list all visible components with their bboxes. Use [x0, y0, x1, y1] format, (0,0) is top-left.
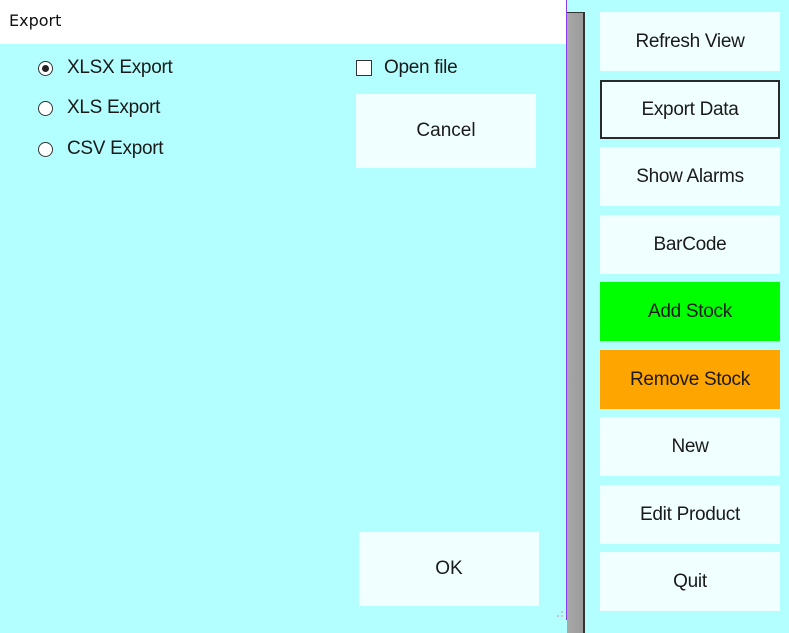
dialog-titlebar[interactable]: Export	[0, 0, 566, 44]
checkbox-label: Open file	[384, 57, 458, 78]
scrollbar-panel[interactable]	[567, 12, 585, 633]
dialog-title: Export	[9, 11, 62, 30]
resize-grip-icon[interactable]	[556, 611, 564, 619]
add-stock-button[interactable]: Add Stock	[600, 282, 780, 341]
radio-label: CSV Export	[67, 138, 164, 159]
radio-unselected-icon[interactable]	[38, 100, 53, 116]
new-button[interactable]: New	[600, 417, 780, 476]
export-dialog: Export XLSX Export XLS Export CSV Export…	[0, 0, 567, 620]
remove-stock-button[interactable]: Remove Stock	[600, 350, 780, 409]
radio-label: XLSX Export	[67, 57, 173, 78]
edit-product-button[interactable]: Edit Product	[600, 485, 780, 544]
checkbox-unchecked-icon[interactable]	[356, 60, 372, 76]
refresh-view-button[interactable]: Refresh View	[600, 12, 780, 71]
radio-unselected-icon[interactable]	[38, 141, 53, 157]
open-file-checkbox[interactable]: Open file	[356, 57, 458, 79]
radio-label: XLS Export	[67, 97, 161, 118]
barcode-button[interactable]: BarCode	[600, 215, 780, 274]
radio-selected-icon[interactable]	[38, 60, 53, 76]
export-data-button[interactable]: Export Data	[600, 80, 780, 139]
radio-xls-export[interactable]: XLS Export	[38, 97, 160, 119]
cancel-button[interactable]: Cancel	[356, 94, 536, 168]
radio-xlsx-export[interactable]: XLSX Export	[38, 57, 173, 79]
radio-csv-export[interactable]: CSV Export	[38, 138, 164, 160]
ok-button[interactable]: OK	[359, 532, 539, 606]
show-alarms-button[interactable]: Show Alarms	[600, 147, 780, 206]
quit-button[interactable]: Quit	[600, 552, 780, 611]
